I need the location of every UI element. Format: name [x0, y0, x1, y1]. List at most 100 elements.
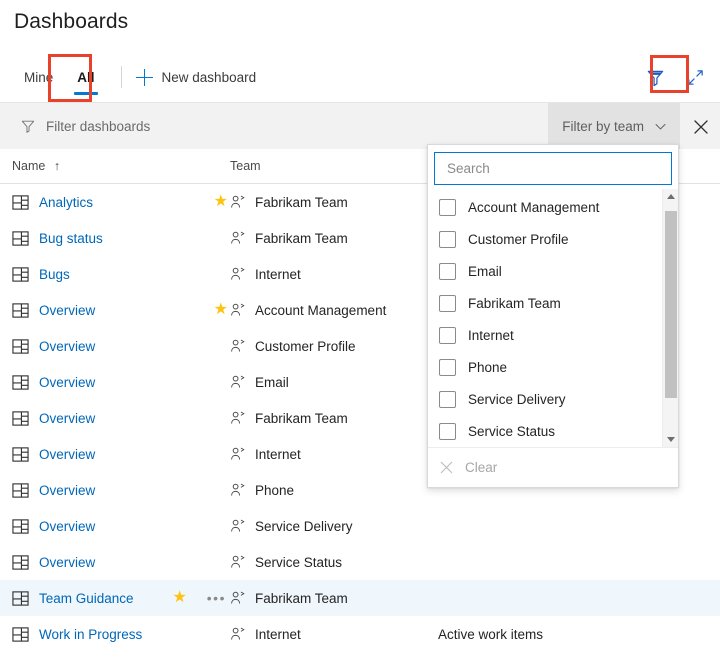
search-input[interactable]	[445, 160, 661, 177]
team-icon	[230, 446, 246, 462]
team-option[interactable]: Account Management	[428, 191, 678, 223]
clear-filter-button[interactable]: Clear	[428, 447, 678, 487]
dashboard-name-link[interactable]: Overview	[39, 303, 95, 318]
team-search-box[interactable]	[434, 152, 672, 185]
row-name-cell: Overview	[0, 554, 230, 571]
row-team-label: Internet	[255, 447, 301, 462]
dashboard-icon	[12, 194, 29, 211]
team-option[interactable]: Phone	[428, 351, 678, 383]
dashboard-icon	[12, 410, 29, 427]
row-team-label: Account Management	[255, 303, 386, 318]
team-option-label: Fabrikam Team	[468, 296, 561, 311]
checkbox-icon[interactable]	[439, 359, 456, 376]
dashboard-name-link[interactable]: Work in Progress	[39, 627, 142, 642]
row-team-cell: Fabrikam Team	[230, 230, 438, 246]
dashboard-name-link[interactable]: Analytics	[39, 195, 93, 210]
filter-by-team-label: Filter by team	[562, 119, 644, 134]
caret-up-icon[interactable]	[663, 189, 678, 204]
table-row[interactable]: Overview Service Status	[0, 544, 720, 580]
checkbox-icon[interactable]	[439, 391, 456, 408]
dashboard-name-link[interactable]: Overview	[39, 519, 95, 534]
column-header-team[interactable]: Team	[230, 159, 438, 173]
table-row[interactable]: Overview Service Delivery	[0, 508, 720, 544]
team-icon	[230, 626, 246, 642]
row-team-label: Fabrikam Team	[255, 591, 348, 606]
team-icon	[230, 482, 246, 498]
row-team-label: Fabrikam Team	[255, 231, 348, 246]
dashboard-name-link[interactable]: Team Guidance	[39, 591, 134, 606]
filter-by-team-dropdown[interactable]: Filter by team	[548, 103, 680, 149]
team-option[interactable]: Internet	[428, 319, 678, 351]
team-list-scrollbar[interactable]	[662, 189, 678, 447]
dashboard-name-link[interactable]: Overview	[39, 411, 95, 426]
tab-all[interactable]: All	[65, 52, 106, 102]
row-team-label: Internet	[255, 627, 301, 642]
row-team-cell: Account Management	[230, 302, 438, 318]
team-icon	[230, 230, 246, 246]
page-title: Dashboards	[14, 10, 128, 34]
expand-button[interactable]	[678, 60, 712, 94]
dashboard-name-link[interactable]: Bug status	[39, 231, 103, 246]
column-header-name-label: Name	[12, 159, 45, 173]
row-name-cell: Overview	[0, 374, 230, 391]
team-icon	[230, 302, 246, 318]
team-option[interactable]: Customer Profile	[428, 223, 678, 255]
dashboard-icon	[12, 338, 29, 355]
checkbox-icon[interactable]	[439, 199, 456, 216]
row-name-cell: Bugs	[0, 266, 230, 283]
close-filter-button[interactable]	[686, 112, 716, 142]
filter-dashboards-placeholder: Filter dashboards	[46, 119, 150, 134]
filter-toggle-button[interactable]	[638, 60, 672, 94]
table-row[interactable]: Team Guidance ★ ••• Fabrikam Team	[0, 580, 720, 616]
column-header-name[interactable]: Name ↑	[0, 159, 230, 173]
row-team-label: Phone	[255, 483, 294, 498]
team-option-label: Account Management	[468, 200, 599, 215]
dashboard-name-link[interactable]: Overview	[39, 447, 95, 462]
chevron-down-icon	[654, 120, 667, 133]
team-option[interactable]: Fabrikam Team	[428, 287, 678, 319]
row-team-label: Service Delivery	[255, 519, 353, 534]
dashboard-name-link[interactable]: Bugs	[39, 267, 70, 282]
toolbar-divider	[121, 66, 122, 88]
team-option[interactable]: Email	[428, 255, 678, 287]
row-team-label: Internet	[255, 267, 301, 282]
command-bar-actions	[638, 52, 712, 102]
dashboard-name-link[interactable]: Overview	[39, 339, 95, 354]
funnel-icon	[646, 68, 665, 87]
tab-mine[interactable]: Mine	[12, 52, 65, 102]
checkbox-icon[interactable]	[439, 295, 456, 312]
checkbox-icon[interactable]	[439, 263, 456, 280]
row-more-actions-button[interactable]: •••	[207, 591, 226, 605]
dashboard-name-link[interactable]: Overview	[39, 483, 95, 498]
row-team-cell: Internet	[230, 266, 438, 282]
favorite-star-icon[interactable]: ★	[172, 590, 186, 606]
caret-down-icon[interactable]	[663, 432, 678, 447]
row-team-cell: Fabrikam Team	[230, 590, 438, 606]
team-icon	[230, 410, 246, 426]
row-team-label: Service Status	[255, 555, 342, 570]
team-option[interactable]: Service Delivery	[428, 383, 678, 415]
scrollbar-thumb[interactable]	[665, 211, 677, 398]
clear-label: Clear	[465, 460, 497, 475]
row-team-label: Fabrikam Team	[255, 195, 348, 210]
favorite-star-icon[interactable]: ★	[214, 302, 228, 318]
team-option-label: Service Delivery	[468, 392, 566, 407]
favorite-star-icon[interactable]: ★	[214, 194, 228, 210]
team-icon	[230, 338, 246, 354]
checkbox-icon[interactable]	[439, 327, 456, 344]
team-icon	[230, 554, 246, 570]
team-icon	[230, 518, 246, 534]
dashboard-name-link[interactable]: Overview	[39, 555, 95, 570]
checkbox-icon[interactable]	[439, 231, 456, 248]
checkbox-icon[interactable]	[439, 423, 456, 440]
new-dashboard-button[interactable]: New dashboard	[132, 52, 261, 102]
column-header-team-label: Team	[230, 159, 261, 173]
row-description-cell: Active work items	[438, 627, 720, 642]
filter-dashboards-input-wrap[interactable]: Filter dashboards	[20, 118, 150, 134]
row-team-cell: Phone	[230, 482, 438, 498]
dashboard-name-link[interactable]: Overview	[39, 375, 95, 390]
team-filter-panel: Account Management Customer ProfileEmail F…	[427, 144, 679, 488]
team-option[interactable]: Service Status	[428, 415, 678, 447]
row-team-cell: Fabrikam Team	[230, 410, 438, 426]
table-row[interactable]: Work in Progress Internet Active work item…	[0, 616, 720, 652]
